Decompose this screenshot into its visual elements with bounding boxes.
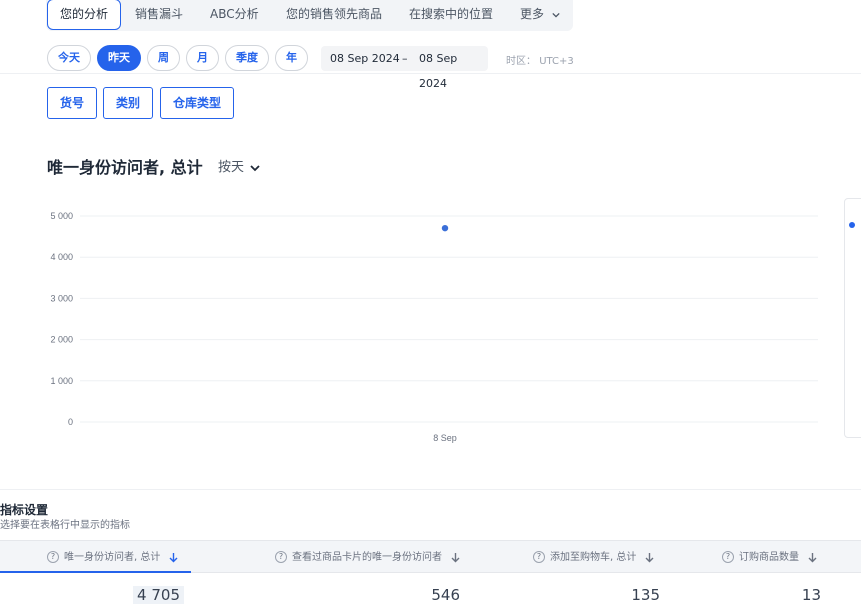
sort-arrow-down-icon[interactable] bbox=[451, 552, 460, 563]
column-label: 添加至购物车, 总计 bbox=[550, 552, 637, 563]
column-label: 唯一身份访问者, 总计 bbox=[64, 552, 161, 563]
column-header-ordered-items[interactable]: ? 订购商品数量 bbox=[722, 548, 817, 563]
pill-label: 今天 bbox=[58, 51, 80, 64]
timezone-label: 时区： bbox=[506, 56, 536, 67]
date-range-picker[interactable]: 08 Sep 2024 – 08 Sep 2024 bbox=[321, 46, 488, 90]
grouping-select[interactable]: 按天 bbox=[218, 156, 260, 175]
metric-settings-subtitle: 选择要在表格行中显示的指标 bbox=[0, 520, 130, 531]
pill-label: 季度 bbox=[236, 51, 258, 64]
tab-label: 您的分析 bbox=[60, 7, 109, 21]
help-icon[interactable]: ? bbox=[533, 551, 545, 563]
x-tick-label: 8 Sep bbox=[433, 433, 457, 443]
sort-arrow-down-icon[interactable] bbox=[808, 552, 817, 563]
pill-label: 昨天 bbox=[108, 51, 130, 64]
period-today-button[interactable]: 今天 bbox=[47, 45, 91, 71]
y-tick-label: 4 000 bbox=[50, 252, 73, 262]
cell-value: 13 bbox=[801, 586, 821, 604]
pill-label: 月 bbox=[197, 51, 208, 64]
column-label: 查看过商品卡片的唯一身份访问者 bbox=[292, 552, 442, 563]
date-separator: – bbox=[402, 52, 408, 65]
y-tick-label: 5 000 bbox=[50, 211, 73, 221]
filter-sku-button[interactable]: 货号 bbox=[47, 87, 97, 119]
y-tick-label: 2 000 bbox=[50, 335, 73, 345]
tab-label: 您的销售领先商品 bbox=[286, 7, 383, 21]
pill-label: 周 bbox=[158, 51, 169, 64]
tab-more[interactable]: 更多 bbox=[520, 0, 560, 31]
tab-sales-funnel[interactable]: 销售漏斗 bbox=[135, 0, 183, 31]
sorted-column-indicator bbox=[0, 571, 191, 573]
date-from: 08 Sep 2024 bbox=[330, 52, 400, 65]
table-cell-added-to-cart: 135 bbox=[631, 586, 660, 604]
filter-label: 货号 bbox=[59, 96, 84, 110]
sort-arrow-down-icon[interactable] bbox=[645, 552, 654, 563]
table-cell-card-viewers: 546 bbox=[431, 586, 460, 604]
help-icon[interactable]: ? bbox=[275, 551, 287, 563]
period-month-button[interactable]: 月 bbox=[186, 45, 219, 71]
tab-your-analytics[interactable]: 您的分析 bbox=[47, 0, 122, 30]
filter-label: 类别 bbox=[115, 96, 140, 110]
tab-label: ABC分析 bbox=[210, 7, 259, 21]
tab-search-position[interactable]: 在搜索中的位置 bbox=[409, 0, 493, 31]
legend-panel bbox=[844, 198, 861, 438]
legend-series-marker bbox=[849, 222, 855, 228]
cell-value: 546 bbox=[431, 586, 460, 604]
cell-value: 135 bbox=[631, 586, 660, 604]
column-header-unique-visitors[interactable]: ? 唯一身份访问者, 总计 bbox=[47, 548, 178, 563]
tab-label: 更多 bbox=[520, 7, 545, 21]
filter-category-button[interactable]: 类别 bbox=[103, 87, 153, 119]
y-tick-label: 0 bbox=[68, 417, 73, 427]
column-header-added-to-cart[interactable]: ? 添加至购物车, 总计 bbox=[533, 548, 654, 563]
tab-label: 在搜索中的位置 bbox=[409, 7, 494, 21]
chart-title: 唯一身份访问者, 总计 bbox=[47, 158, 203, 177]
help-icon[interactable]: ? bbox=[722, 551, 734, 563]
table-cell-unique-visitors: 4 705 bbox=[133, 586, 184, 604]
period-quarter-button[interactable]: 季度 bbox=[225, 45, 269, 71]
cell-value: 4 705 bbox=[133, 586, 184, 604]
date-to: 08 Sep 2024 bbox=[419, 52, 458, 90]
y-tick-label: 3 000 bbox=[50, 293, 73, 303]
grouping-value: 按天 bbox=[218, 160, 245, 175]
sort-arrow-down-icon[interactable] bbox=[169, 552, 178, 563]
filter-warehouse-type-button[interactable]: 仓库类型 bbox=[160, 87, 234, 119]
period-week-button[interactable]: 周 bbox=[147, 45, 180, 71]
divider bbox=[0, 489, 861, 490]
period-year-button[interactable]: 年 bbox=[275, 45, 308, 71]
chevron-down-icon bbox=[552, 12, 560, 18]
timezone-value: UTC+3 bbox=[539, 56, 574, 67]
column-label: 订购商品数量 bbox=[739, 552, 799, 563]
column-header-card-viewers[interactable]: ? 查看过商品卡片的唯一身份访问者 bbox=[275, 548, 460, 563]
help-icon[interactable]: ? bbox=[47, 551, 59, 563]
period-yesterday-button[interactable]: 昨天 bbox=[97, 45, 141, 71]
tab-abc-analysis[interactable]: ABC分析 bbox=[210, 0, 259, 31]
y-tick-label: 1 000 bbox=[50, 376, 73, 386]
divider bbox=[0, 73, 861, 74]
timezone: 时区： UTC+3 bbox=[506, 52, 574, 67]
tab-label: 销售漏斗 bbox=[135, 7, 184, 21]
filter-label: 仓库类型 bbox=[172, 96, 221, 110]
tab-top-products[interactable]: 您的销售领先商品 bbox=[286, 0, 382, 31]
table-cell-ordered-items: 13 bbox=[802, 586, 821, 604]
visitors-chart: 5 000 4 000 3 000 2 000 1 000 0 8 Sep bbox=[50, 211, 818, 443]
chevron-down-icon bbox=[250, 164, 260, 171]
pill-label: 年 bbox=[286, 51, 297, 64]
data-point[interactable] bbox=[441, 224, 449, 232]
